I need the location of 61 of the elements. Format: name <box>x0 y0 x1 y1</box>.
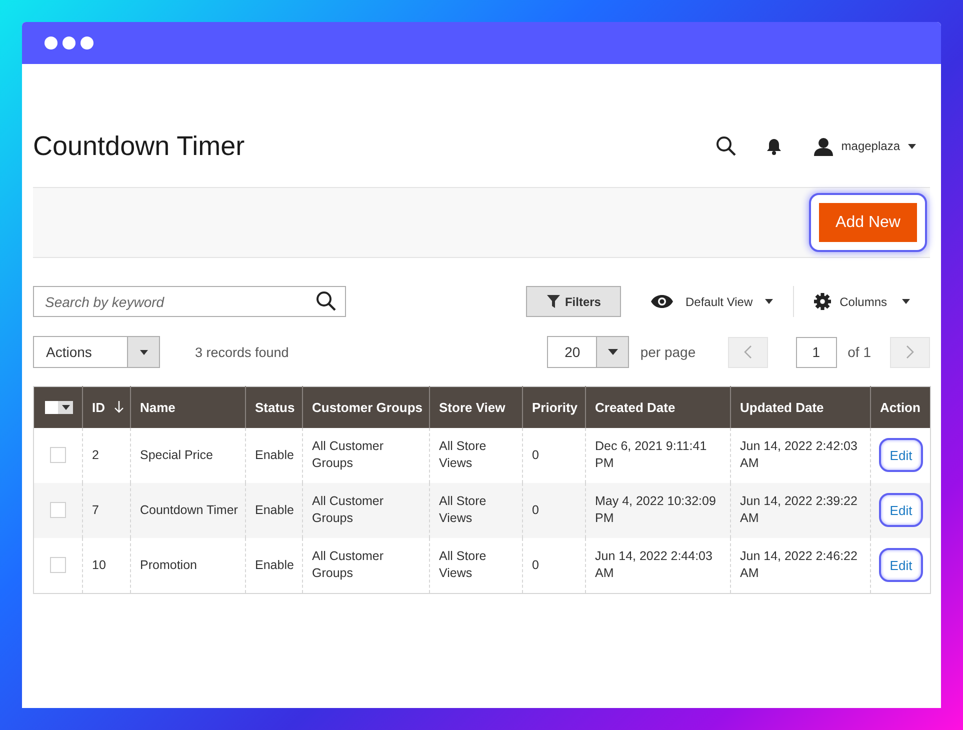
table-cell: All Customer Groups <box>312 549 384 580</box>
search-field[interactable]: Search by keyword <box>33 286 346 317</box>
table-cell: Promotion <box>140 558 197 572</box>
chevron-right-icon <box>906 345 914 359</box>
filter-icon <box>546 295 560 308</box>
page-number-field[interactable]: 1 <box>796 336 837 368</box>
chevron-left-icon <box>744 345 752 359</box>
table-cell: Enable <box>255 502 294 516</box>
row-checkbox[interactable] <box>50 502 66 518</box>
bell-icon <box>766 138 782 154</box>
table-cell: Countdown Timer <box>140 502 238 516</box>
table-cell: Dec 6, 2021 9:11:41 PM <box>595 439 707 470</box>
edit-button[interactable]: Edit <box>879 438 923 472</box>
table-cell: Jun 14, 2022 2:44:03 AM <box>595 549 712 580</box>
caret-icon <box>62 404 70 410</box>
table-cell: 0 <box>532 502 539 516</box>
caret-icon <box>902 299 910 304</box>
table-cell: 10 <box>92 558 106 572</box>
select-all-checkbox[interactable] <box>45 400 73 414</box>
caret-icon <box>140 350 148 354</box>
user-menu[interactable]: mageplaza <box>814 136 916 156</box>
search-icon <box>716 136 736 156</box>
page-title: Countdown Timer <box>33 130 245 162</box>
row-checkbox[interactable] <box>50 557 66 573</box>
table-cell: Enable <box>255 558 294 572</box>
table-cell: Enable <box>255 448 294 462</box>
window-controls-icon <box>44 36 94 50</box>
table-cell: All Store Views <box>439 549 486 580</box>
table-cell: 0 <box>532 558 539 572</box>
view-switcher[interactable]: Default View <box>645 294 779 310</box>
columns-button[interactable]: Columns <box>808 292 916 311</box>
caret-icon <box>608 349 618 355</box>
page-size-dropdown[interactable]: 20 <box>547 336 630 368</box>
records-count: 3 records found <box>195 344 289 360</box>
user-icon <box>814 136 834 156</box>
table-cell: All Customer Groups <box>312 494 384 525</box>
table-cell: Special Price <box>140 448 213 462</box>
table-cell: All Customer Groups <box>312 439 384 470</box>
table-cell: 0 <box>532 448 539 462</box>
add-new-button[interactable]: Add New <box>819 203 917 242</box>
page-count: of 1 <box>848 344 871 360</box>
table-cell: Jun 14, 2022 2:46:22 AM <box>740 549 858 580</box>
eye-icon <box>651 295 674 308</box>
table-cell: Jun 14, 2022 2:42:03 AM <box>740 439 858 470</box>
table-cell: All Store Views <box>439 439 486 470</box>
caret-icon <box>764 299 773 304</box>
table-cell: Jun 14, 2022 2:39:22 AM <box>740 494 858 525</box>
table-cell: All Store Views <box>439 494 486 525</box>
table-cell: May 4, 2022 10:32:09 PM <box>595 494 716 525</box>
caret-icon <box>908 144 916 148</box>
actions-dropdown[interactable]: Actions <box>33 336 160 368</box>
table-cell: 7 <box>92 502 99 516</box>
row-checkbox[interactable] <box>50 447 66 463</box>
edit-button[interactable]: Edit <box>879 548 923 582</box>
edit-button[interactable]: Edit <box>879 493 923 527</box>
column-header[interactable]: Name <box>140 400 176 415</box>
filters-button[interactable]: Filters <box>526 286 622 317</box>
gear-icon <box>814 293 831 310</box>
per-page-label: per page <box>640 344 696 360</box>
search-icon <box>316 291 336 311</box>
table-cell: 2 <box>92 448 99 462</box>
